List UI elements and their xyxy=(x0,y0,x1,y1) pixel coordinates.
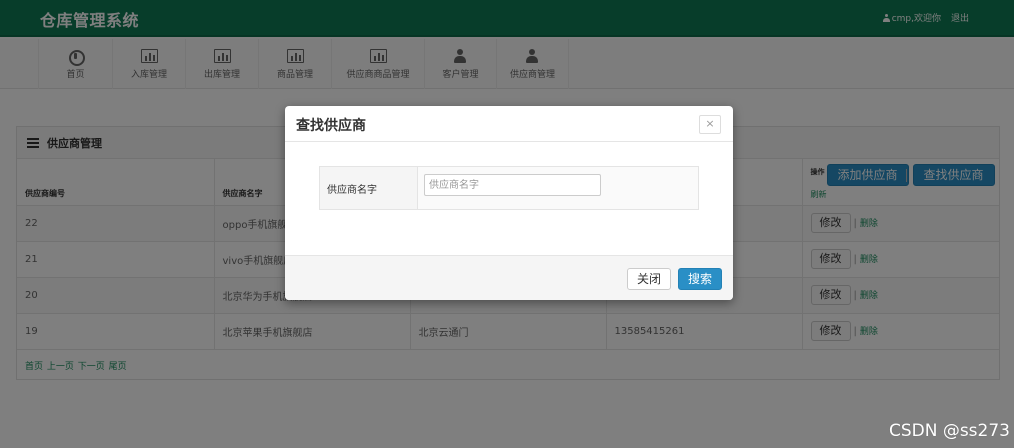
supplier-name-input[interactable] xyxy=(424,174,601,196)
form-cell xyxy=(418,167,698,209)
close-button[interactable]: 关闭 xyxy=(627,268,672,290)
watermark: CSDN @ss273 xyxy=(888,421,1010,441)
search-form: 供应商名字 xyxy=(319,166,699,210)
find-supplier-dialog: 查找供应商 × 供应商名字 关闭 搜索 xyxy=(285,106,733,300)
supplier-name-label: 供应商名字 xyxy=(320,167,418,209)
search-button[interactable]: 搜索 xyxy=(678,268,723,290)
dialog-title: 查找供应商 xyxy=(296,118,366,134)
dialog-header: 查找供应商 × xyxy=(285,106,733,142)
close-icon[interactable]: × xyxy=(699,115,721,134)
dialog-footer: 关闭 搜索 xyxy=(285,255,733,300)
page: 仓库管理系统 cmp,欢迎你 退出 首页 入库管理 出库管理 xyxy=(0,0,1014,448)
dialog-body: 供应商名字 xyxy=(285,142,733,255)
